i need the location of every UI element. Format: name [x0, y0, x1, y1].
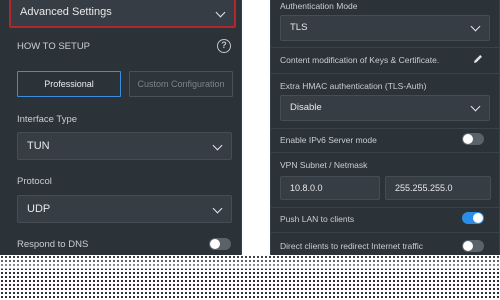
help-icon[interactable]: ? — [217, 39, 231, 53]
toggle-knob — [473, 213, 483, 223]
hmac-authentication-label: Extra HMAC authentication (TLS-Auth) — [280, 81, 427, 91]
chevron-down-icon — [212, 203, 223, 214]
protocol-label: Protocol — [17, 176, 52, 187]
chevron-down-icon — [470, 101, 481, 112]
toggle-knob — [463, 134, 473, 144]
authentication-mode-label: Authentication Mode — [280, 1, 358, 11]
direct-clients-toggle[interactable] — [462, 240, 484, 252]
content-modification-label[interactable]: Content modification of Keys & Certifica… — [280, 55, 439, 65]
pencil-icon[interactable] — [472, 53, 484, 65]
how-to-setup-heading: HOW TO SETUP — [17, 41, 91, 52]
professional-button[interactable]: Professional — [17, 71, 121, 97]
divider — [271, 152, 499, 153]
advanced-settings-label: Advanced Settings — [20, 6, 112, 18]
vpn-netmask-input[interactable]: 255.255.255.0 — [385, 176, 491, 200]
vpn-subnet-input[interactable]: 10.8.0.0 — [280, 176, 380, 200]
respond-to-dns-toggle[interactable] — [209, 238, 231, 250]
hmac-authentication-value: Disable — [290, 102, 322, 113]
ipv6-server-mode-toggle[interactable] — [462, 133, 484, 145]
vpn-subnet-netmask-label: VPN Subnet / Netmask — [280, 160, 368, 170]
chevron-down-icon — [215, 7, 226, 18]
divider — [271, 128, 499, 129]
interface-type-value: TUN — [27, 140, 50, 152]
interface-type-select[interactable]: TUN — [17, 132, 232, 160]
custom-configuration-button[interactable]: Custom Configuration — [129, 71, 233, 97]
push-lan-toggle[interactable] — [462, 212, 484, 224]
push-lan-label: Push LAN to clients — [280, 214, 355, 224]
ipv6-server-mode-label: Enable IPv6 Server mode — [280, 135, 377, 145]
divider — [271, 207, 499, 208]
panel-gap — [243, 0, 270, 255]
divider — [271, 73, 499, 74]
authentication-mode-select[interactable]: TLS — [280, 15, 490, 41]
direct-clients-label: Direct clients to redirect Internet traf… — [280, 241, 423, 251]
authentication-mode-value: TLS — [290, 22, 308, 33]
protocol-select[interactable]: UDP — [17, 195, 232, 223]
divider — [271, 47, 499, 48]
toggle-knob — [463, 241, 473, 251]
protocol-value: UDP — [27, 203, 51, 215]
divider — [271, 232, 499, 233]
advanced-settings-dropdown[interactable]: Advanced Settings — [9, 0, 236, 28]
left-settings-panel: Advanced Settings HOW TO SETUP ? Profess… — [0, 0, 242, 255]
hmac-authentication-select[interactable]: Disable — [280, 95, 490, 121]
toggle-knob — [210, 239, 220, 249]
chevron-down-icon — [470, 21, 481, 32]
interface-type-label: Interface Type — [17, 114, 78, 125]
dither-fade-overlay — [0, 255, 500, 269]
respond-to-dns-label: Respond to DNS — [17, 239, 89, 250]
chevron-down-icon — [212, 140, 223, 151]
